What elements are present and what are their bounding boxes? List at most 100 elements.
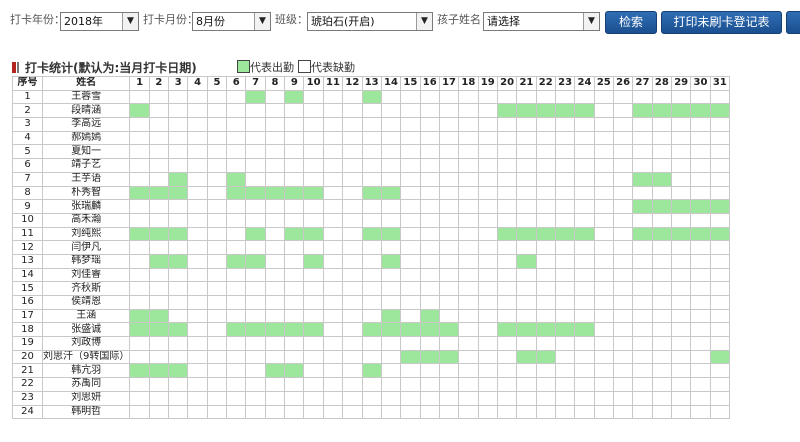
attendance-cell-absent xyxy=(554,377,576,392)
attendance-cell-absent xyxy=(264,295,286,310)
attendance-cell-absent xyxy=(400,308,421,324)
child-name: 刘佳睿 xyxy=(41,267,131,283)
attendance-cell-absent xyxy=(206,226,228,242)
attendance-cell-absent xyxy=(632,158,653,173)
attendance-cell-absent xyxy=(245,336,266,351)
attendance-cell-absent xyxy=(322,158,344,173)
attendance-cell-absent xyxy=(342,130,363,146)
child-name: 王芋语 xyxy=(41,171,131,187)
attendance-cell-absent xyxy=(264,89,286,105)
row-index: 1 xyxy=(12,89,43,105)
column-header-day: 12 xyxy=(342,76,363,91)
attendance-cell-absent xyxy=(168,349,189,365)
year-select-value: 2018年 xyxy=(64,15,103,28)
attendance-cell-absent xyxy=(264,377,286,392)
attendance-cell-absent xyxy=(400,404,421,420)
attendance-cell-absent xyxy=(612,130,634,146)
child-select[interactable]: 请选择 ▼ xyxy=(483,12,600,31)
attendance-cell-absent xyxy=(400,158,421,173)
attendance-cell-absent xyxy=(419,144,440,160)
attendance-cell-absent xyxy=(322,308,344,324)
attendance-cell-absent xyxy=(187,295,208,310)
month-select[interactable]: 8月份 ▼ xyxy=(192,12,271,31)
attendance-cell-absent xyxy=(496,267,518,283)
attendance-cell-absent xyxy=(516,212,537,228)
attendance-cell-absent xyxy=(322,404,344,420)
attendance-cell-absent xyxy=(264,130,286,146)
year-select[interactable]: 2018年 ▼ xyxy=(60,12,139,31)
attendance-cell-absent xyxy=(342,89,363,105)
attendance-cell-absent xyxy=(400,267,421,283)
attendance-cell-present xyxy=(690,199,711,214)
attendance-cell-absent xyxy=(264,267,286,283)
attendance-cell-absent xyxy=(400,103,421,119)
attendance-cell-present xyxy=(245,185,266,201)
class-label: 班级： xyxy=(275,13,308,26)
attendance-cell-absent xyxy=(670,267,692,283)
attendance-cell-absent xyxy=(419,226,440,242)
attendance-cell-present xyxy=(554,226,576,242)
attendance-cell-absent xyxy=(303,308,324,324)
attendance-cell-absent xyxy=(361,253,382,269)
attendance-cell-absent xyxy=(129,253,150,269)
attendance-cell-present xyxy=(245,322,266,338)
attendance-cell-absent xyxy=(380,295,402,310)
attendance-cell-present xyxy=(419,349,440,365)
attendance-cell-present xyxy=(303,226,324,242)
attendance-cell-absent xyxy=(651,281,673,296)
class-select-value: 琥珀石(开启) xyxy=(311,15,375,28)
attendance-cell-absent xyxy=(187,212,208,228)
attendance-cell-absent xyxy=(477,281,498,296)
attendance-cell-absent xyxy=(206,390,228,406)
attendance-cell-present xyxy=(129,363,150,379)
attendance-cell-absent xyxy=(458,171,479,187)
attendance-cell-absent xyxy=(709,267,731,283)
attendance-cell-absent xyxy=(226,404,247,420)
attendance-cell-absent xyxy=(129,199,150,214)
attendance-cell-absent xyxy=(477,117,498,132)
attendance-cell-absent xyxy=(380,212,402,228)
attendance-cell-absent xyxy=(419,199,440,214)
attendance-cell-absent xyxy=(670,240,692,255)
print-unswiped-button[interactable]: 打印未刷卡登记表 xyxy=(661,11,782,34)
attendance-cell-present xyxy=(168,185,189,201)
attendance-cell-absent xyxy=(284,390,305,406)
attendance-cell-absent xyxy=(400,295,421,310)
attendance-cell-absent xyxy=(496,363,518,379)
section-title: 打卡统计(默认为:当月打卡日期) xyxy=(25,61,197,75)
search-button[interactable]: 检索 xyxy=(605,11,657,34)
attendance-cell-absent xyxy=(168,103,189,119)
attendance-cell-absent xyxy=(400,363,421,379)
attendance-cell-absent xyxy=(709,171,731,187)
attendance-cell-absent xyxy=(632,377,653,392)
class-select[interactable]: 琥珀石(开启) ▼ xyxy=(307,12,433,31)
attendance-cell-absent xyxy=(709,158,731,173)
attendance-cell-absent xyxy=(284,295,305,310)
table-row: 17 王涵 xyxy=(12,308,731,324)
attendance-cell-absent xyxy=(709,89,731,105)
attendance-cell-absent xyxy=(612,199,634,214)
attendance-cell-absent xyxy=(516,295,537,310)
attendance-cell-absent xyxy=(129,336,150,351)
attendance-cell-absent xyxy=(129,377,150,392)
attendance-cell-absent xyxy=(322,267,344,283)
row-index: 15 xyxy=(12,281,43,296)
attendance-cell-absent xyxy=(187,281,208,296)
attendance-cell-absent xyxy=(322,212,344,228)
column-header-day: 26 xyxy=(612,76,634,91)
attendance-cell-absent xyxy=(477,295,498,310)
attendance-cell-absent xyxy=(264,171,286,187)
attendance-cell-absent xyxy=(129,158,150,173)
attendance-cell-present xyxy=(129,226,150,242)
attendance-cell-absent xyxy=(245,308,266,324)
attendance-cell-absent xyxy=(206,404,228,420)
attendance-cell-absent xyxy=(574,130,595,146)
column-header-day: 14 xyxy=(380,76,402,91)
attendance-cell-absent xyxy=(284,158,305,173)
more-button[interactable] xyxy=(786,11,800,34)
attendance-cell-absent xyxy=(632,212,653,228)
attendance-cell-absent xyxy=(690,295,711,310)
attendance-cell-absent xyxy=(516,117,537,132)
attendance-cell-absent xyxy=(477,390,498,406)
attendance-cell-absent xyxy=(670,212,692,228)
